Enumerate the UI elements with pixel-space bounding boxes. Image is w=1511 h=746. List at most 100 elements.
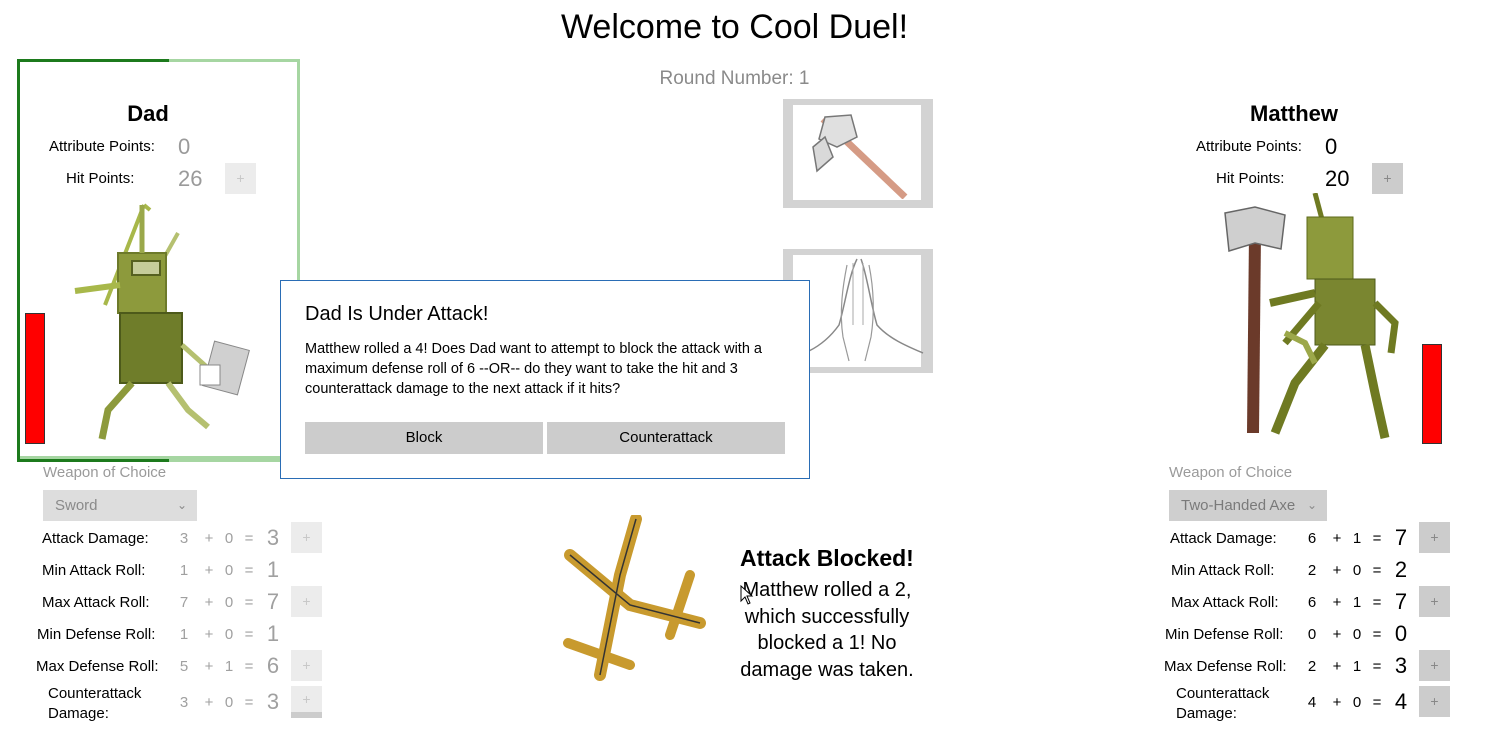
praying-hands-icon: [809, 258, 924, 362]
left-weapon-select[interactable]: Sword ⌄: [43, 490, 197, 521]
right-stat-base: 2: [1307, 562, 1317, 579]
left-attr-value: 0: [178, 134, 191, 159]
right-stat-label: Attack Damage:: [1170, 530, 1277, 547]
right-stat-label: Min Defense Roll:: [1165, 626, 1284, 643]
chevron-down-icon: ⌄: [176, 498, 187, 512]
mouse-cursor-icon: [740, 585, 754, 605]
crossed-swords-icon: [563, 515, 706, 681]
equals-sign: =: [244, 658, 254, 675]
right-stat-bonus: 0: [1352, 694, 1362, 711]
plus-sign: +: [204, 626, 214, 643]
right-hp-value: 20: [1325, 166, 1350, 191]
plus-sign: +: [204, 562, 214, 579]
right-attr-label: Attribute Points:: [1196, 138, 1302, 155]
right-hp-label: Hit Points:: [1216, 170, 1285, 187]
right-stat-total: 7: [1394, 525, 1408, 550]
equals-sign: =: [244, 626, 254, 643]
plus-sign: +: [1332, 562, 1342, 579]
left-stat-total: 6: [266, 653, 280, 678]
right-stat-label: Max Defense Roll:: [1164, 658, 1287, 675]
attack-action-card[interactable]: [783, 99, 933, 208]
chevron-down-icon: ⌄: [1306, 498, 1317, 512]
axe-icon: [812, 114, 908, 199]
counterattack-button[interactable]: Counterattack: [547, 422, 785, 454]
left-hp-bar: [25, 313, 45, 444]
left-stat-base: 7: [179, 594, 189, 611]
right-stat-label: Counterattack Damage:: [1176, 685, 1270, 722]
equals-sign: =: [1372, 530, 1382, 547]
left-stat-base: 1: [179, 626, 189, 643]
right-player-name: Matthew: [1250, 101, 1338, 126]
equals-sign: =: [1372, 562, 1382, 579]
left-stat-total: 3: [266, 525, 280, 550]
right-weapon-select[interactable]: Two-Handed Axe ⌄: [1169, 490, 1327, 521]
left-stat-label: Min Defense Roll:: [37, 626, 156, 643]
plus-sign: +: [204, 658, 214, 675]
left-stat-bonus: 0: [224, 626, 234, 643]
left-hp-value: 26: [178, 166, 203, 191]
equals-sign: =: [1372, 694, 1382, 711]
left-attr-label: Attribute Points:: [49, 138, 155, 155]
left-stat-bonus: 0: [224, 562, 234, 579]
left-stat-label: Min Attack Roll:: [42, 562, 146, 579]
plus-sign: +: [204, 530, 214, 547]
matthew-character-drawing: [1224, 193, 1399, 439]
right-weapon-value: Two-Handed Axe: [1181, 497, 1296, 514]
right-attack-damage-plus-button[interactable]: +: [1419, 522, 1450, 553]
plus-sign: +: [1332, 626, 1342, 643]
right-stat-base: 2: [1307, 658, 1317, 675]
right-stat-total: 7: [1394, 589, 1408, 614]
active-turn-indicator-left: [17, 59, 20, 462]
left-stat-bonus: 0: [224, 530, 234, 547]
right-counterattack-plus-button[interactable]: +: [1419, 686, 1450, 717]
right-attr-value: 0: [1325, 134, 1338, 159]
right-hp-bar: [1422, 344, 1442, 444]
equals-sign: =: [244, 530, 254, 547]
right-weapon-label: Weapon of Choice: [1169, 464, 1293, 481]
left-weapon-value: Sword: [55, 497, 98, 514]
right-hp-plus-button[interactable]: +: [1372, 163, 1403, 194]
dad-character-drawing: [74, 203, 250, 440]
right-stat-base: 4: [1307, 694, 1317, 711]
left-stat-total: 3: [266, 689, 280, 714]
result-title: Attack Blocked!: [740, 545, 914, 571]
left-stat-label: Max Defense Roll:: [36, 658, 159, 675]
right-max-defense-plus-button[interactable]: +: [1419, 650, 1450, 681]
left-stat-base: 3: [179, 530, 189, 547]
equals-sign: =: [244, 694, 254, 711]
page-title: Welcome to Cool Duel!: [560, 8, 909, 46]
right-stat-bonus: 1: [1352, 594, 1362, 611]
left-stat-total: 7: [266, 589, 280, 614]
plus-sign: +: [1332, 694, 1342, 711]
left-max-attack-plus-button[interactable]: +: [291, 586, 322, 617]
plus-sign: +: [1332, 594, 1342, 611]
right-stat-total: 3: [1394, 653, 1408, 678]
right-stat-base: 6: [1307, 530, 1317, 547]
equals-sign: =: [244, 594, 254, 611]
plus-sign: +: [1332, 658, 1342, 675]
left-stat-bonus: 0: [224, 594, 234, 611]
right-stat-label: Max Attack Roll:: [1171, 594, 1279, 611]
right-stat-bonus: 0: [1352, 562, 1362, 579]
left-hp-plus-button[interactable]: +: [225, 163, 256, 194]
left-stat-total: 1: [266, 621, 280, 646]
attack-dialog: Dad Is Under Attack! Matthew rolled a 4!…: [280, 280, 810, 479]
left-counterattack-plus-button[interactable]: +: [291, 686, 322, 712]
right-stat-label: Min Attack Roll:: [1171, 562, 1275, 579]
right-max-attack-plus-button[interactable]: +: [1419, 586, 1450, 617]
block-button[interactable]: Block: [305, 422, 543, 454]
right-stat-base: 6: [1307, 594, 1317, 611]
result-message: Matthew rolled a 2, which successfully b…: [740, 579, 914, 681]
left-stat-label: Counterattack Damage:: [48, 685, 142, 722]
right-stat-bonus: 0: [1352, 626, 1362, 643]
dialog-title: Dad Is Under Attack!: [305, 303, 489, 325]
left-counterattack-plus-button-edge: [291, 712, 322, 718]
right-stat-base: 0: [1307, 626, 1317, 643]
left-max-defense-plus-button[interactable]: +: [291, 650, 322, 681]
left-stat-base: 3: [179, 694, 189, 711]
left-stat-label: Max Attack Roll:: [42, 594, 150, 611]
left-player-name: Dad: [127, 101, 169, 126]
right-stat-total: 2: [1394, 557, 1408, 582]
left-hp-label: Hit Points:: [66, 170, 135, 187]
left-attack-damage-plus-button[interactable]: +: [291, 522, 322, 553]
